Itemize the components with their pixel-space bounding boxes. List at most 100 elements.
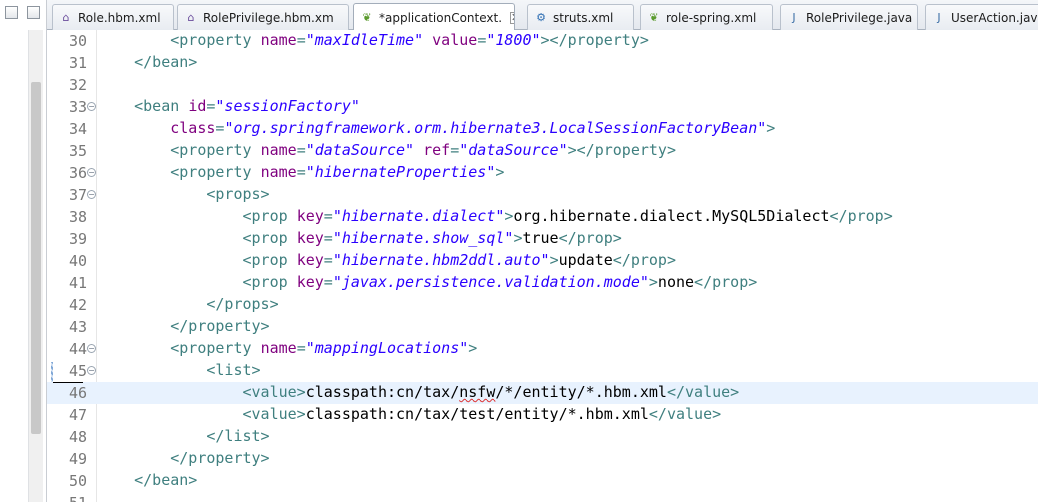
xml-tag-token: <value> — [98, 383, 306, 401]
code-line[interactable]: 49 </property> — [47, 448, 1038, 470]
code-text: <list> — [98, 361, 260, 379]
xml-attribute-token: key — [296, 251, 324, 269]
code-line[interactable]: 32 — [47, 74, 1038, 96]
close-tab-icon[interactable]: ✕ — [510, 11, 514, 24]
code-line[interactable]: 35 <property name="dataSource" ref="data… — [47, 140, 1038, 162]
xml-value-token: "sessionFactory" — [215, 97, 360, 115]
code-line[interactable]: 37− <props> — [47, 184, 1038, 206]
panel-scrollbar-thumb[interactable] — [31, 82, 41, 434]
line-number: 46 — [68, 384, 87, 402]
code-line[interactable]: 39 <prop key="hibernate.show_sql">true</… — [47, 228, 1038, 250]
xml-tag-token: ></property> — [540, 31, 649, 49]
xml-tag-token: <props> — [98, 185, 270, 203]
line-number: 50 — [68, 472, 87, 490]
line-number: 48 — [68, 428, 87, 446]
code-line[interactable]: 38 <prop key="hibernate.dialect">org.hib… — [47, 206, 1038, 228]
code-line[interactable]: 41 <prop key="javax.persistence.validati… — [47, 272, 1038, 294]
line-number: 31 — [68, 54, 87, 72]
xml-tag-token: </list> — [98, 427, 270, 445]
xml-attribute-token: name — [260, 31, 297, 49]
xml-text-token: classpath:cn/tax/test/entity/*.hbm.xml — [305, 405, 649, 423]
xml-tag-token: <prop — [98, 251, 297, 269]
xml-tag-token: = — [296, 339, 306, 357]
minimize-icon[interactable] — [5, 6, 18, 19]
xml-tag-token: <bean — [98, 97, 189, 115]
code-line[interactable]: 46 <value>classpath:cn/tax/nsfw/*/entity… — [47, 382, 1038, 404]
code-line[interactable]: 40 <prop key="hibernate.hbm2ddl.auto">up… — [47, 250, 1038, 272]
code-line[interactable]: 31 </bean> — [47, 52, 1038, 74]
xml-text-token: /*/entity/*.hbm.xml — [495, 383, 667, 401]
code-line[interactable]: 48 </list> — [47, 426, 1038, 448]
code-text: <value>classpath:cn/tax/test/entity/*.hb… — [98, 405, 721, 423]
code-line[interactable]: 47 <value>classpath:cn/tax/test/entity/*… — [47, 404, 1038, 426]
xml-attribute-token: key — [296, 229, 324, 247]
tab-label: UserAction.java — [951, 10, 1038, 25]
xml-tag-token: </prop> — [612, 251, 676, 269]
line-number: 38 — [68, 208, 87, 226]
tab-5[interactable]: J RolePrivilege.java — [780, 4, 918, 30]
fold-toggle-icon[interactable]: − — [87, 190, 96, 199]
xml-tag-token: </value> — [648, 405, 722, 423]
xml-tag-token: </bean> — [98, 53, 198, 71]
maximize-icon[interactable] — [27, 6, 40, 19]
code-line[interactable]: 30 <property name="maxIdleTime" value="1… — [47, 30, 1038, 52]
code-text: </bean> — [98, 53, 197, 71]
xml-tag-token: = — [323, 207, 333, 225]
code-line[interactable]: 45− <list> — [47, 360, 1038, 382]
line-number: 42 — [68, 296, 87, 314]
line-number: 43 — [68, 318, 87, 336]
xml-tag-token: > — [648, 273, 658, 291]
code-text: <value>classpath:cn/tax/nsfw/*/entity/*.… — [98, 383, 739, 401]
code-text: <bean id="sessionFactory" — [98, 97, 360, 115]
code-line[interactable]: 36− <property name="hibernateProperties"… — [47, 162, 1038, 184]
xml-tag-token: = — [323, 251, 333, 269]
tab-3[interactable]: ⚙ struts.xml — [527, 4, 634, 30]
code-line[interactable]: 43 </property> — [47, 316, 1038, 338]
project-panel-strip — [0, 0, 47, 502]
panel-scrollbar[interactable] — [28, 30, 43, 502]
xml-tag-token: <prop — [98, 273, 297, 291]
java-file-icon: J — [792, 11, 796, 24]
tab-1[interactable]: ⌂ RolePrivilege.hbm.xm — [177, 4, 349, 30]
code-line[interactable]: 34 class="org.springframework.orm.hibern… — [47, 118, 1038, 140]
code-text: <prop key="hibernate.hbm2ddl.auto">updat… — [98, 251, 676, 269]
xml-tag-token: = — [323, 273, 333, 291]
code-text: <property name="hibernateProperties"> — [98, 163, 504, 181]
xml-tag-token: > — [549, 251, 559, 269]
code-text: <prop key="hibernate.dialect">org.hibern… — [98, 207, 893, 225]
code-line[interactable]: 51 — [47, 492, 1038, 502]
fold-toggle-icon[interactable]: − — [87, 168, 96, 177]
xml-value-token: "mappingLocations" — [305, 339, 469, 357]
fold-toggle-icon[interactable]: − — [87, 102, 96, 111]
xml-attribute-token: class — [98, 119, 216, 137]
tab-label: Role.hbm.xml — [78, 10, 161, 25]
tab-label: role-spring.xml — [666, 10, 757, 25]
code-text: class="org.springframework.orm.hibernate… — [98, 119, 775, 137]
text-cursor — [53, 382, 83, 383]
fold-toggle-icon[interactable]: − — [87, 344, 96, 353]
xml-tag-token: <property — [98, 163, 261, 181]
tab-2[interactable]: ❦ *applicationContext. ✕ — [353, 3, 515, 31]
xml-tag-token: = — [450, 141, 460, 159]
xml-attribute-token: name — [260, 339, 297, 357]
xml-tag-token: </prop> — [829, 207, 893, 225]
xml-file-icon: ⌂ — [62, 11, 70, 24]
xml-tag-token: = — [323, 229, 333, 247]
tab-6[interactable]: J UserAction.java — [925, 4, 1038, 30]
xml-tag-token: </property> — [98, 317, 270, 335]
code-text: <property name="dataSource" ref="dataSou… — [98, 141, 676, 159]
xml-tag-token: </props> — [98, 295, 279, 313]
code-line[interactable]: 42 </props> — [47, 294, 1038, 316]
fold-toggle-icon[interactable]: − — [87, 366, 96, 375]
tab-4[interactable]: ❦ role-spring.xml — [640, 4, 773, 30]
code-line[interactable]: 50 </bean> — [47, 470, 1038, 492]
tab-0[interactable]: ⌂ Role.hbm.xml — [52, 4, 174, 30]
line-number: 41 — [68, 274, 87, 292]
code-text: </property> — [98, 449, 269, 467]
editor-tab-bar: ⌂ Role.hbm.xml ⌂ RolePrivilege.hbm.xm ❦ *appl… — [47, 0, 1038, 31]
xml-code-editor[interactable]: 30 <property name="maxIdleTime" value="1… — [47, 30, 1038, 502]
code-line[interactable]: 33− <bean id="sessionFactory" — [47, 96, 1038, 118]
code-text: </list> — [98, 427, 270, 445]
code-line[interactable]: 44− <property name="mappingLocations"> — [47, 338, 1038, 360]
xml-text-token: update — [558, 251, 613, 269]
